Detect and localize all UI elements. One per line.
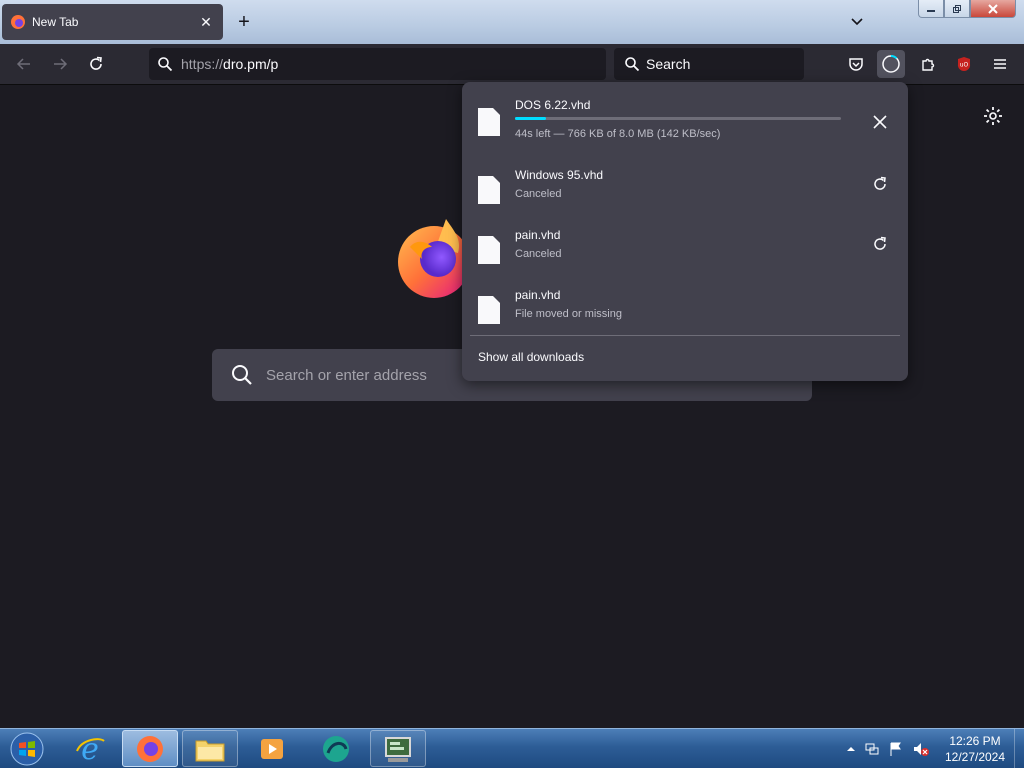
taskbar-media-player[interactable] (244, 730, 300, 767)
back-button[interactable] (10, 50, 38, 78)
tab-strip: New Tab ✕ + (0, 0, 1024, 44)
firefox-icon (137, 735, 163, 762)
taskbar-internet-explorer[interactable]: e (62, 730, 118, 767)
taskbar-firefox[interactable] (122, 730, 178, 767)
close-icon (873, 115, 887, 129)
download-status: Canceled (515, 188, 562, 200)
close-tab-icon[interactable]: ✕ (197, 13, 215, 31)
search-bar[interactable]: Search (614, 48, 804, 80)
volume-muted-icon[interactable] (912, 741, 930, 757)
taskbar-system-app[interactable] (370, 730, 426, 767)
search-bar-placeholder: Search (646, 56, 691, 72)
start-button[interactable] (4, 730, 50, 768)
reload-icon (90, 56, 102, 70)
file-icon (478, 236, 500, 264)
download-progress-bar (515, 117, 841, 120)
url-text: https://dro.pm/p (181, 56, 279, 72)
tab-title: New Tab (32, 15, 79, 29)
file-icon (478, 108, 500, 136)
reload-button[interactable] (82, 50, 110, 78)
file-icon (478, 296, 500, 324)
clock[interactable]: 12:26 PM 12/27/2024 (940, 733, 1010, 765)
forward-button[interactable] (46, 50, 74, 78)
download-status: 44s left — 766 KB of 8.0 MB (142 KB/sec) (515, 128, 721, 140)
download-progress-icon (882, 55, 900, 73)
ublock-origin-button[interactable]: uO (950, 50, 978, 78)
search-icon (232, 365, 252, 385)
file-icon (478, 176, 500, 204)
clock-date: 12/27/2024 (944, 750, 1006, 764)
internet-explorer-icon: e (76, 733, 105, 765)
pocket-button[interactable] (842, 50, 870, 78)
restore-button[interactable] (944, 0, 970, 18)
search-icon (158, 57, 173, 72)
puzzle-icon (922, 58, 935, 71)
extensions-button[interactable] (914, 50, 942, 78)
download-item[interactable]: Windows 95.vhd Canceled (462, 152, 908, 212)
hamburger-menu-icon (994, 59, 1006, 69)
downloads-panel: DOS 6.22.vhd 44s left — 766 KB of 8.0 MB… (462, 82, 908, 381)
system-tray (842, 729, 942, 768)
download-name: Windows 95.vhd (515, 168, 604, 182)
folder-icon (195, 740, 225, 761)
retry-icon (874, 176, 886, 190)
forward-arrow-icon (54, 58, 68, 70)
close-window-button[interactable] (970, 0, 1016, 18)
download-item[interactable]: DOS 6.22.vhd 44s left — 766 KB of 8.0 MB… (462, 82, 908, 142)
new-tab-button[interactable]: + (233, 11, 255, 33)
cancel-download-button[interactable] (868, 110, 892, 134)
url-bar[interactable]: https://dro.pm/p (149, 48, 606, 80)
firefox-icon (11, 15, 25, 29)
new-tab-search-placeholder: Search or enter address (266, 366, 427, 384)
svg-text:e: e (81, 733, 99, 765)
show-desktop-button[interactable] (1014, 729, 1024, 768)
download-progress-fill (515, 117, 546, 120)
taskbar-file-explorer[interactable] (182, 730, 238, 767)
search-icon (625, 57, 640, 72)
retry-download-button[interactable] (868, 172, 892, 196)
back-arrow-icon (16, 58, 30, 70)
ublock-icon: uO (957, 57, 971, 72)
taskbar-browser-app[interactable] (308, 730, 364, 767)
download-item[interactable]: pain.vhd Canceled (462, 212, 908, 272)
panel-separator (470, 335, 900, 336)
network-icon[interactable] (864, 741, 880, 757)
globe-app-icon (323, 735, 349, 762)
windows-start-orb-icon (10, 732, 44, 766)
taskbar: e 12:26 PM 12/27/2024 (0, 728, 1024, 768)
window-controls (918, 0, 1022, 20)
navigation-toolbar: https://dro.pm/p Search uO (0, 44, 1024, 85)
show-hidden-icons-icon[interactable] (846, 744, 856, 754)
tab-new-tab[interactable]: New Tab ✕ (2, 4, 223, 40)
download-name: DOS 6.22.vhd (515, 98, 591, 112)
download-status: File moved or missing (515, 308, 622, 320)
download-status: Canceled (515, 248, 562, 260)
computer-app-icon (385, 736, 411, 762)
retry-icon (874, 236, 886, 250)
media-player-icon (261, 738, 283, 759)
minimize-button[interactable] (918, 0, 944, 18)
action-center-flag-icon[interactable] (888, 741, 904, 757)
svg-text:uO: uO (960, 62, 969, 69)
downloads-button[interactable] (877, 50, 905, 78)
download-item[interactable]: pain.vhd File moved or missing (462, 272, 908, 332)
retry-download-button[interactable] (868, 232, 892, 256)
menu-button[interactable] (986, 50, 1014, 78)
list-all-tabs-icon[interactable] (846, 10, 868, 32)
gear-icon[interactable] (982, 105, 1004, 127)
download-name: pain.vhd (515, 288, 561, 302)
clock-time: 12:26 PM (949, 734, 1001, 748)
show-all-downloads-button[interactable]: Show all downloads (478, 350, 584, 364)
download-name: pain.vhd (515, 228, 561, 242)
pocket-icon (849, 58, 863, 71)
